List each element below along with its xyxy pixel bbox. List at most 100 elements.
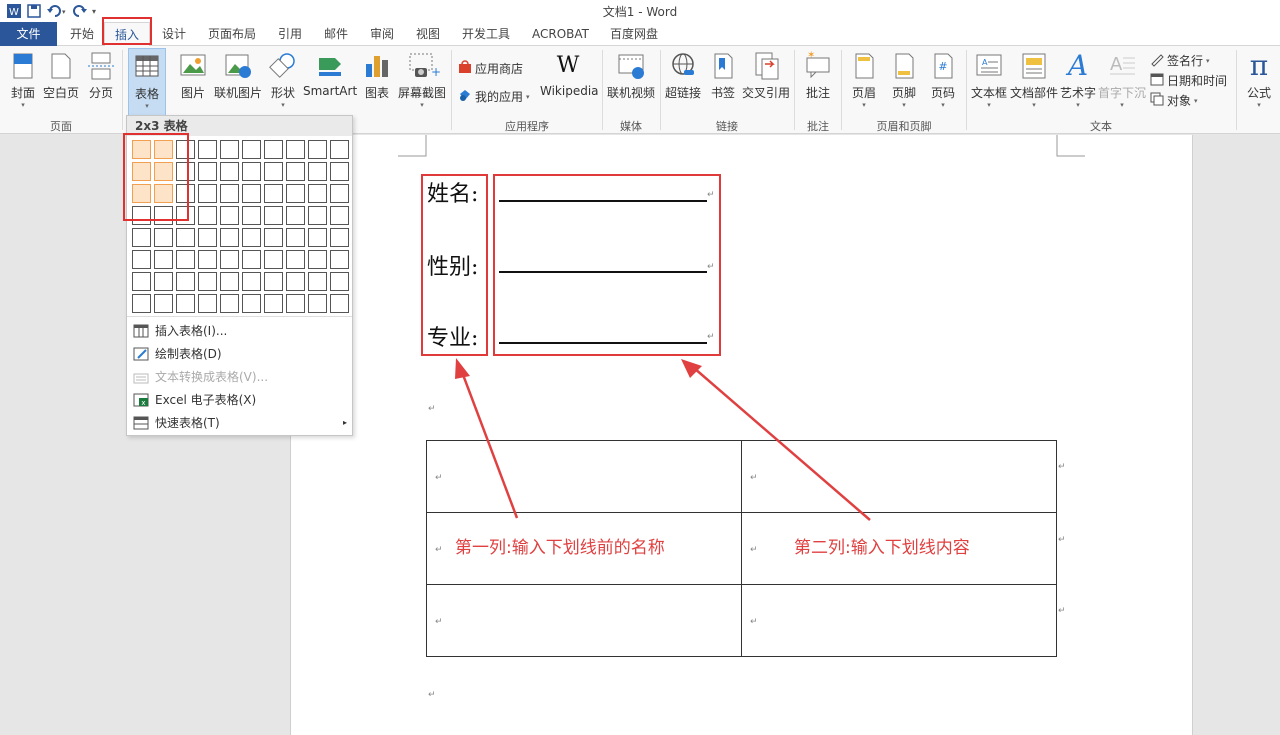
- tab-baidu-netdisk[interactable]: 百度网盘: [610, 22, 658, 46]
- grid-cell[interactable]: [242, 206, 261, 225]
- footer-button[interactable]: 页脚 ▾: [888, 50, 920, 109]
- grid-cell[interactable]: [330, 228, 349, 247]
- grid-cell[interactable]: [264, 140, 283, 159]
- grid-cell[interactable]: [176, 228, 195, 247]
- online-picture-button[interactable]: 联机图片: [214, 50, 262, 101]
- grid-cell[interactable]: [308, 184, 327, 203]
- grid-cell[interactable]: [242, 250, 261, 269]
- grid-cell[interactable]: [264, 250, 283, 269]
- comment-button[interactable]: ✶ 批注: [802, 50, 834, 101]
- wikipedia-button[interactable]: W Wikipedia: [540, 50, 599, 98]
- grid-cell[interactable]: [308, 228, 327, 247]
- grid-cell[interactable]: [286, 250, 305, 269]
- table-cell[interactable]: ↵: [741, 584, 1057, 657]
- grid-cell[interactable]: [198, 140, 217, 159]
- grid-cell[interactable]: [154, 272, 173, 291]
- grid-cell[interactable]: [264, 206, 283, 225]
- table-cell[interactable]: ↵: [426, 584, 742, 657]
- app-store-button[interactable]: 应用商店: [458, 60, 523, 77]
- grid-cell[interactable]: [242, 140, 261, 159]
- grid-cell[interactable]: [286, 206, 305, 225]
- grid-cell[interactable]: [176, 250, 195, 269]
- grid-cell[interactable]: [198, 184, 217, 203]
- grid-cell[interactable]: [308, 162, 327, 181]
- grid-cell[interactable]: [308, 294, 327, 313]
- equation-button[interactable]: π 公式 ▾: [1242, 50, 1276, 110]
- grid-cell[interactable]: [286, 140, 305, 159]
- date-time-button[interactable]: 日期和时间: [1150, 72, 1227, 89]
- page-number-button[interactable]: # 页码 ▾: [928, 50, 958, 109]
- quick-parts-button[interactable]: 文档部件 ▾: [1010, 50, 1058, 109]
- tab-page-layout[interactable]: 页面布局: [208, 22, 256, 46]
- tab-acrobat[interactable]: ACROBAT: [532, 22, 589, 46]
- tab-references[interactable]: 引用: [278, 22, 302, 46]
- table-cell[interactable]: ↵: [426, 440, 742, 513]
- grid-cell[interactable]: [198, 250, 217, 269]
- grid-cell[interactable]: [330, 250, 349, 269]
- menu-draw-table[interactable]: 绘制表格(D): [133, 345, 222, 362]
- grid-cell[interactable]: [286, 184, 305, 203]
- grid-cell[interactable]: [308, 140, 327, 159]
- menu-insert-table[interactable]: 插入表格(I)...: [133, 322, 227, 339]
- bookmark-button[interactable]: 书签: [708, 50, 738, 101]
- page-break-button[interactable]: 分页: [86, 50, 116, 101]
- screenshot-button[interactable]: + 屏幕截图 ▾: [397, 50, 447, 109]
- grid-cell[interactable]: [330, 272, 349, 291]
- grid-cell[interactable]: [198, 162, 217, 181]
- grid-cell[interactable]: [132, 294, 151, 313]
- grid-cell[interactable]: [198, 206, 217, 225]
- table-button[interactable]: 表格 ▾: [128, 48, 166, 116]
- chart-button[interactable]: 图表: [362, 50, 392, 101]
- grid-cell[interactable]: [242, 272, 261, 291]
- grid-cell[interactable]: [308, 206, 327, 225]
- grid-cell[interactable]: [242, 228, 261, 247]
- grid-cell[interactable]: [154, 294, 173, 313]
- grid-cell[interactable]: [242, 184, 261, 203]
- grid-cell[interactable]: [220, 140, 239, 159]
- grid-cell[interactable]: [330, 206, 349, 225]
- picture-button[interactable]: 图片: [176, 50, 210, 101]
- hyperlink-button[interactable]: 超链接: [664, 50, 702, 101]
- cover-page-button[interactable]: 封面 ▾: [8, 50, 38, 109]
- grid-cell[interactable]: [176, 294, 195, 313]
- grid-cell[interactable]: [330, 294, 349, 313]
- grid-cell[interactable]: [154, 228, 173, 247]
- drop-cap-button[interactable]: A 首字下沉 ▾: [1098, 50, 1146, 109]
- grid-cell[interactable]: [198, 294, 217, 313]
- grid-cell[interactable]: [286, 228, 305, 247]
- blank-page-button[interactable]: 空白页: [42, 50, 80, 101]
- grid-cell[interactable]: [286, 162, 305, 181]
- menu-quick-tables[interactable]: 快速表格(T) ▸: [133, 414, 347, 431]
- textbox-button[interactable]: A 文本框 ▾: [970, 50, 1008, 109]
- grid-cell[interactable]: [264, 228, 283, 247]
- tab-view[interactable]: 视图: [416, 22, 440, 46]
- grid-cell[interactable]: [132, 228, 151, 247]
- smartart-button[interactable]: SmartArt: [303, 50, 357, 98]
- grid-cell[interactable]: [264, 184, 283, 203]
- grid-cell[interactable]: [242, 294, 261, 313]
- cross-reference-button[interactable]: 交叉引用: [742, 50, 790, 101]
- grid-cell[interactable]: [242, 162, 261, 181]
- tab-developer[interactable]: 开发工具: [462, 22, 510, 46]
- grid-cell[interactable]: [154, 250, 173, 269]
- table-cell[interactable]: ↵: [741, 440, 1057, 513]
- grid-cell[interactable]: [308, 272, 327, 291]
- menu-excel-spreadsheet[interactable]: x Excel 电子表格(X): [133, 391, 256, 408]
- grid-cell[interactable]: [220, 206, 239, 225]
- tab-review[interactable]: 审阅: [370, 22, 394, 46]
- menu-text-to-table[interactable]: 文本转换成表格(V)...: [133, 368, 268, 385]
- grid-cell[interactable]: [220, 162, 239, 181]
- header-button[interactable]: 页眉 ▾: [848, 50, 880, 109]
- grid-cell[interactable]: [132, 272, 151, 291]
- grid-cell[interactable]: [220, 184, 239, 203]
- grid-cell[interactable]: [220, 272, 239, 291]
- signature-line-button[interactable]: 签名行 ▾: [1150, 52, 1210, 69]
- grid-cell[interactable]: [132, 250, 151, 269]
- grid-cell[interactable]: [330, 162, 349, 181]
- grid-cell[interactable]: [330, 140, 349, 159]
- shapes-button[interactable]: 形状 ▾: [268, 50, 298, 109]
- grid-cell[interactable]: [286, 294, 305, 313]
- tab-design[interactable]: 设计: [162, 22, 186, 46]
- grid-cell[interactable]: [264, 272, 283, 291]
- grid-cell[interactable]: [264, 162, 283, 181]
